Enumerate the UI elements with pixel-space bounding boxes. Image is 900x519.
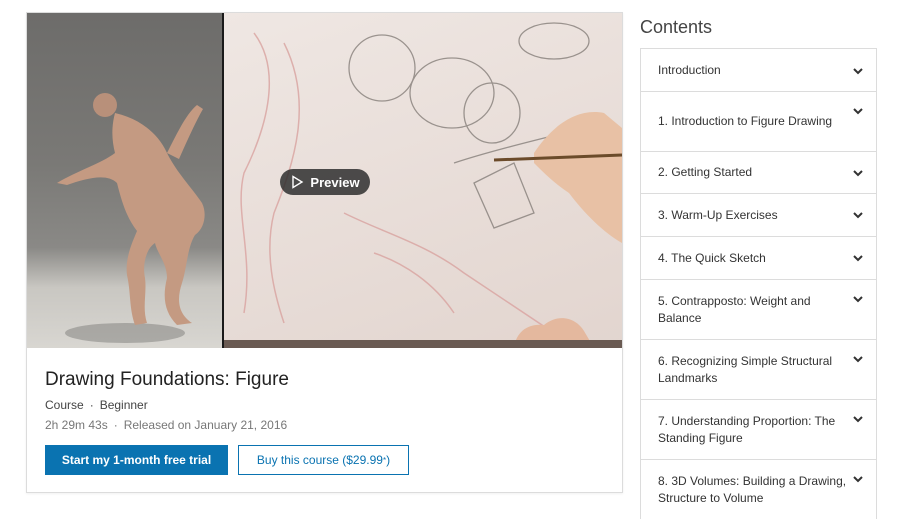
canvas-edge bbox=[224, 340, 622, 348]
toc-item-label: 2. Getting Started bbox=[658, 165, 753, 179]
course-card: Preview Drawing Foundations: Figure Cour… bbox=[26, 12, 623, 493]
toc-item-chapter-6[interactable]: 6. Recognizing Simple Structural Landmar… bbox=[641, 340, 876, 400]
toc-item-label: 1. Introduction to Figure Drawing bbox=[658, 114, 833, 128]
chevron-down-icon bbox=[853, 356, 863, 363]
toc-item-label: 4. The Quick Sketch bbox=[658, 250, 766, 265]
course-actions: Start my 1-month free trial Buy this cou… bbox=[45, 445, 409, 475]
toc-item-chapter-2[interactable]: 2. Getting Started bbox=[641, 152, 876, 194]
chevron-down-icon bbox=[853, 476, 863, 483]
chevron-down-icon bbox=[853, 212, 863, 219]
toc-item-chapter-3[interactable]: 3. Warm-Up Exercises bbox=[641, 194, 876, 237]
model-photo bbox=[27, 13, 222, 348]
model-figure-illustration bbox=[57, 93, 205, 343]
toc-item-chapter-8[interactable]: 8. 3D Volumes: Building a Drawing, Struc… bbox=[641, 460, 876, 519]
toc-item-chapter-7[interactable]: 7. Understanding Proportion: The Standin… bbox=[641, 400, 876, 460]
chevron-down-icon bbox=[853, 68, 863, 75]
chevron-down-icon bbox=[853, 255, 863, 262]
course-duration: 2h 29m 43s bbox=[45, 418, 108, 432]
free-trial-button[interactable]: Start my 1-month free trial bbox=[45, 445, 228, 475]
toc-item-label: Introduction bbox=[658, 62, 721, 77]
toc-item-label: 7. Understanding Proportion: The Standin… bbox=[658, 413, 836, 445]
chevron-down-icon bbox=[853, 108, 863, 115]
buy-course-button[interactable]: Buy this course ($29.99 *) bbox=[238, 445, 409, 475]
play-icon bbox=[292, 175, 304, 189]
course-title: Drawing Foundations: Figure bbox=[45, 369, 289, 390]
course-info: Drawing Foundations: Figure Course · Begin… bbox=[45, 369, 604, 432]
contents-list: Introduction 1. Introduction to Figure D… bbox=[640, 48, 877, 519]
preview-button[interactable]: Preview bbox=[280, 169, 370, 195]
toc-item-label: 3. Warm-Up Exercises bbox=[658, 207, 778, 222]
course-preview-image[interactable]: Preview bbox=[27, 13, 622, 348]
preview-label: Preview bbox=[310, 174, 360, 190]
course-details: 2h 29m 43s · Released on January 21, 2016 bbox=[45, 418, 604, 432]
chevron-down-icon bbox=[853, 416, 863, 423]
toc-item-label: 5. Contrapposto: Weight and Balance bbox=[658, 293, 811, 325]
toc-item-chapter-4[interactable]: 4. The Quick Sketch bbox=[641, 237, 876, 280]
buy-course-label-close: ) bbox=[386, 453, 391, 467]
toc-item-label: 8. 3D Volumes: Building a Drawing, Struc… bbox=[658, 473, 847, 505]
contents-heading: Contents bbox=[640, 17, 713, 37]
buy-course-label: Buy this course ($29.99 bbox=[256, 453, 383, 467]
toc-item-chapter-1[interactable]: 1. Introduction to Figure Drawing bbox=[641, 92, 876, 152]
course-meta: Course · Beginner bbox=[45, 398, 604, 412]
meta-separator: · bbox=[113, 418, 118, 432]
chevron-down-icon bbox=[853, 296, 863, 303]
toc-item-label: 6. Recognizing Simple Structural Landmar… bbox=[658, 353, 833, 385]
meta-separator: · bbox=[89, 398, 94, 412]
toc-item-chapter-5[interactable]: 5. Contrapposto: Weight and Balance bbox=[641, 280, 876, 340]
toc-item-introduction[interactable]: Introduction bbox=[641, 49, 876, 92]
course-release-date: Released on January 21, 2016 bbox=[123, 418, 288, 432]
chevron-down-icon bbox=[853, 170, 863, 177]
course-type: Course bbox=[45, 398, 84, 412]
course-level: Beginner bbox=[99, 398, 148, 412]
